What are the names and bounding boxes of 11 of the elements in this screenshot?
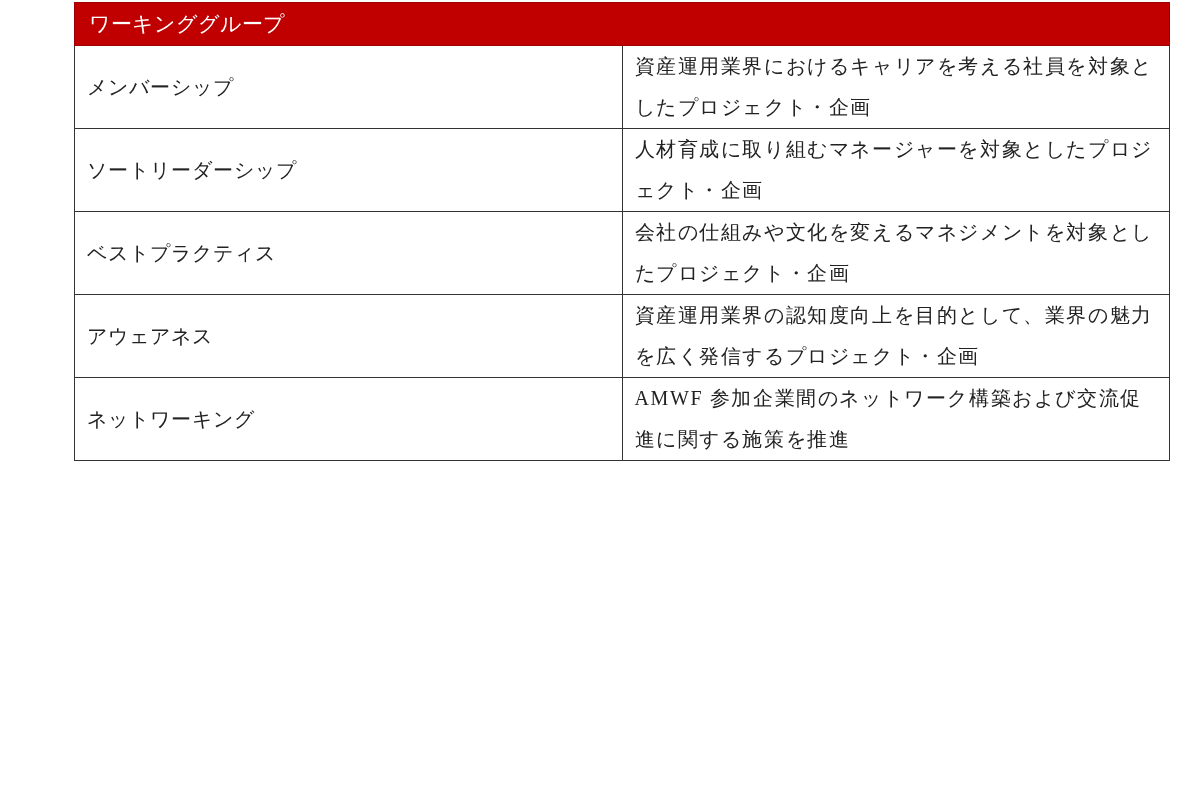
table-cell: AMWF 参加企業間のネットワーク構築および交流促進に関する施策を推進 xyxy=(622,377,1170,461)
table-cell: 人材育成に取り組むマネージャーを対象としたプロジェクト・企画 xyxy=(622,128,1170,212)
table-cell: 会社の仕組みや文化を変えるマネジメントを対象としたプロジェクト・企画 xyxy=(622,211,1170,295)
table-cell: ネットワーキング xyxy=(74,377,622,461)
table-cell: メンバーシップ xyxy=(74,45,622,129)
table-cell: ベストプラクティス xyxy=(74,211,622,295)
table-cell: 資産運用業界の認知度向上を目的として、業界の魅力を広く発信するプロジェクト・企画 xyxy=(622,294,1170,378)
table-cell: 資産運用業界におけるキャリアを考える社員を対象としたプロジェクト・企画 xyxy=(622,45,1170,129)
table-header: ワーキンググループ xyxy=(74,2,1170,46)
table-cell: ソートリーダーシップ xyxy=(74,128,622,212)
table-cell: アウェアネス xyxy=(74,294,622,378)
